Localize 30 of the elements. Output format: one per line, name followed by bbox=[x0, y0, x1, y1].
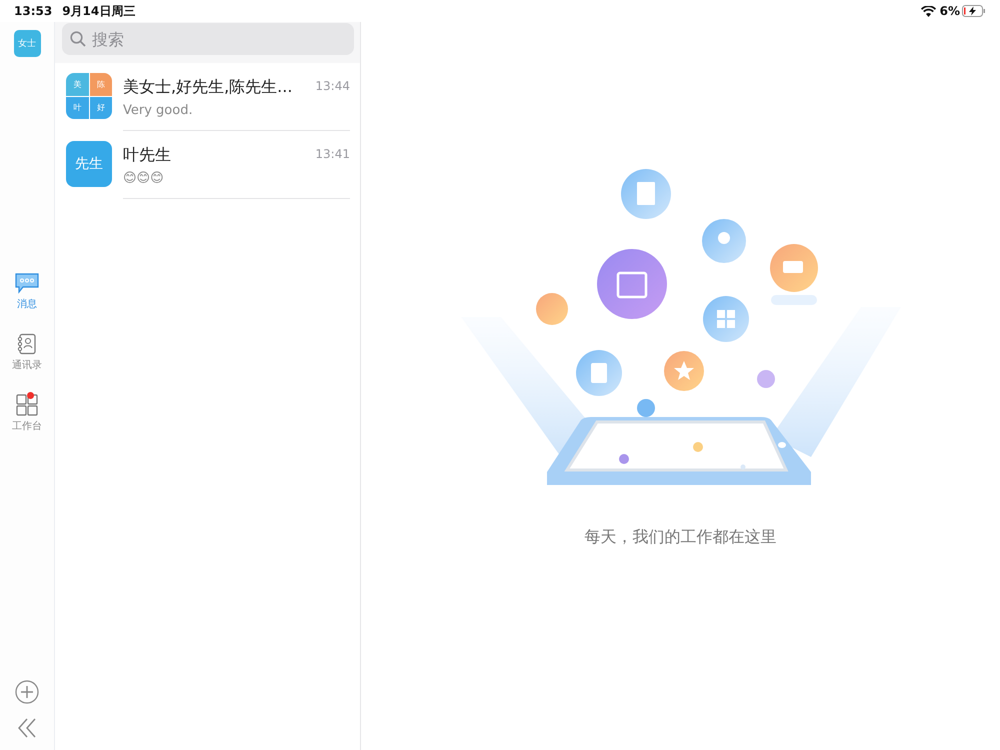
contact-avatar: 先生 bbox=[66, 141, 112, 187]
user-avatar[interactable]: 女士 bbox=[14, 30, 40, 57]
grid-icon bbox=[16, 394, 38, 416]
chat-time: 13:44 bbox=[315, 78, 350, 95]
chat-time: 13:41 bbox=[315, 146, 350, 163]
nav-tab[interactable]: 消息 bbox=[14, 272, 40, 311]
collapse-button[interactable] bbox=[16, 718, 38, 738]
contact-book-icon bbox=[16, 333, 38, 355]
search-icon bbox=[70, 31, 86, 47]
chat-row[interactable]: 美 陈 叶 好 美女士,好先生,陈先生... 13:44 Very good. bbox=[55, 63, 360, 131]
message-preview: 😊😊😊 bbox=[123, 171, 165, 186]
avatar-tile: 好 bbox=[90, 96, 112, 119]
message-preview: Very good. bbox=[123, 103, 194, 118]
nav-tab[interactable]: 工作台 bbox=[12, 394, 42, 433]
nav-tab[interactable]: 通讯录 bbox=[12, 333, 42, 372]
search-field[interactable]: 搜索 bbox=[62, 23, 354, 55]
chat-bubble-icon bbox=[14, 272, 40, 294]
status-date: 9月14日周三 bbox=[62, 2, 136, 20]
avatar-tile: 陈 bbox=[90, 73, 112, 96]
status-time: 13:53 bbox=[14, 4, 52, 18]
add-button[interactable] bbox=[15, 680, 39, 704]
avatar-tile: 美 bbox=[66, 73, 88, 96]
notification-dot bbox=[27, 392, 34, 399]
chat-name: 美女士,好先生,陈先生... bbox=[123, 77, 292, 98]
avatar-tile: 叶 bbox=[66, 96, 88, 119]
chat-name: 叶先生 bbox=[123, 145, 171, 166]
chat-row[interactable]: 先生 叶先生 13:41 😊😊😊 bbox=[55, 131, 360, 199]
wifi-icon bbox=[920, 6, 936, 16]
battery-percent: 6% bbox=[940, 4, 960, 18]
empty-state-caption: 每天，我们的工作都在这里 bbox=[584, 527, 776, 548]
